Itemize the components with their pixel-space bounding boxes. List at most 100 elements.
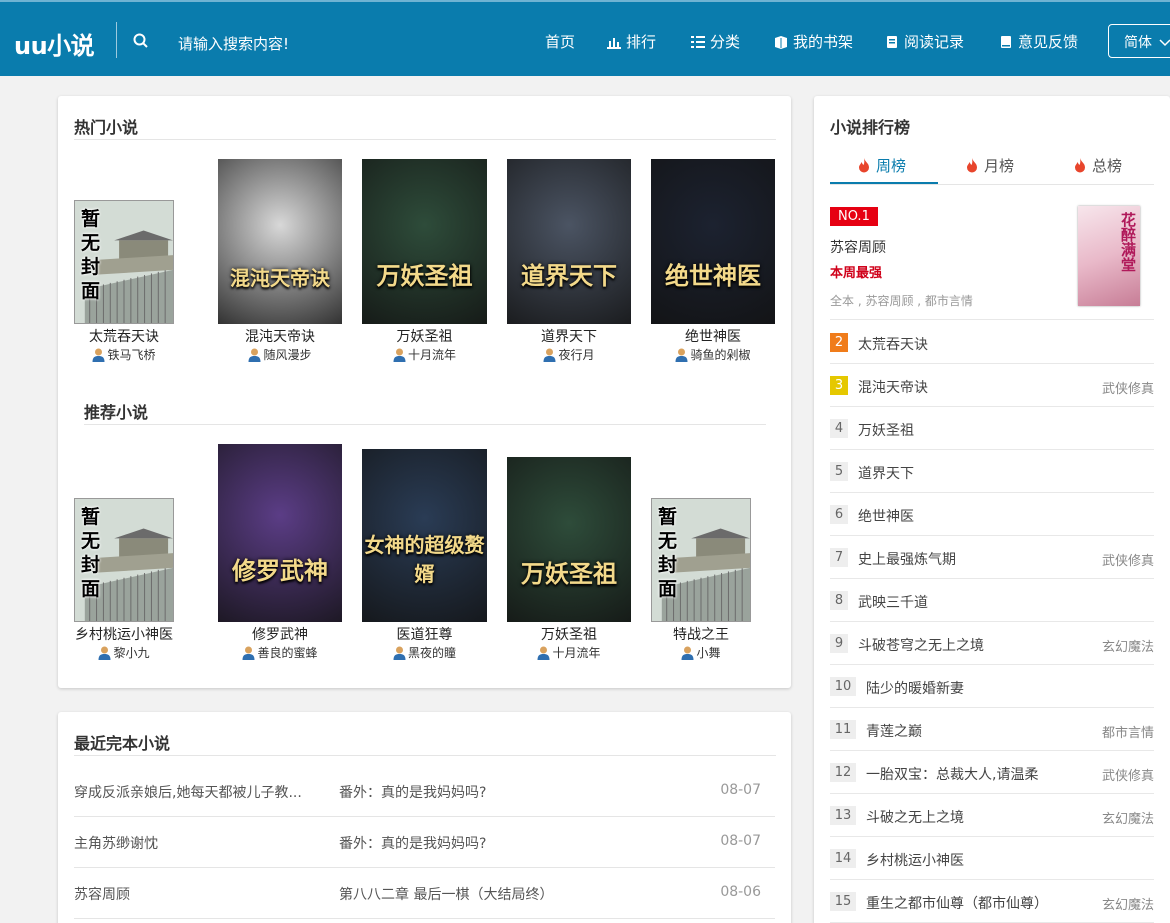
completed-book-name[interactable]: 主角苏缈谢忱 xyxy=(74,833,158,853)
list-item[interactable]: 15 重生之都市仙尊（都市仙尊） 玄幻魔法 xyxy=(830,880,1154,923)
book-author[interactable]: 黑夜的瞳 xyxy=(342,644,507,661)
book-author[interactable]: 小舞 xyxy=(631,644,771,661)
nav-home-label: 首页 xyxy=(545,33,576,51)
book-cover[interactable]: 混沌天帝诀 xyxy=(218,159,342,324)
language-select[interactable]: 简体 xyxy=(1108,24,1170,58)
book-title[interactable]: 医道狂尊 xyxy=(342,624,507,644)
book-author[interactable]: 十月流年 xyxy=(342,346,507,363)
list-item[interactable]: 5 道界天下 xyxy=(830,450,1154,493)
nav-history[interactable]: 阅读记录 xyxy=(885,31,964,52)
nav-rank[interactable]: 排行 xyxy=(607,31,656,52)
completed-chapter[interactable]: 第八八二章 最后一棋（大结局终） xyxy=(339,884,553,904)
book-cover[interactable]: 修罗武神 xyxy=(218,444,342,622)
rank-category[interactable]: 玄幻魔法 xyxy=(1102,894,1154,913)
list-item[interactable]: 2 太荒吞天诀 xyxy=(830,321,1154,364)
nav-feedback-label: 意见反馈 xyxy=(1018,33,1079,51)
book-title[interactable]: 万妖圣祖 xyxy=(487,624,651,644)
book-title[interactable]: 太荒吞天诀 xyxy=(54,326,194,346)
list-item[interactable]: 3 混沌天帝诀 武侠修真 xyxy=(830,364,1154,407)
rank-book-name[interactable]: 斗破苍穹之无上之境 xyxy=(858,635,984,655)
book-card[interactable]: 道界天下 道界天下 夜行月 xyxy=(507,159,631,368)
nav-home[interactable]: 首页 xyxy=(545,31,575,52)
book-title[interactable]: 万妖圣祖 xyxy=(342,326,507,346)
book-card[interactable]: 修罗武神 修罗武神 善良的蜜蜂 xyxy=(218,444,342,666)
book-title[interactable]: 乡村桃运小神医 xyxy=(54,624,194,644)
list-item[interactable]: 13 斗破之无上之境 玄幻魔法 xyxy=(830,794,1154,837)
book-author[interactable]: 随风漫步 xyxy=(198,346,362,363)
nav-category[interactable]: 分类 xyxy=(691,31,740,52)
nav-feedback[interactable]: 意见反馈 xyxy=(999,31,1078,52)
list-item[interactable]: 7 史上最强炼气期 武侠修真 xyxy=(830,536,1154,579)
book-title[interactable]: 修罗武神 xyxy=(198,624,362,644)
list-item[interactable]: 14 乡村桃运小神医 xyxy=(830,837,1154,880)
book-author[interactable]: 夜行月 xyxy=(487,346,651,363)
rank-book-name[interactable]: 道界天下 xyxy=(858,463,914,483)
book-title[interactable]: 绝世神医 xyxy=(631,326,795,346)
rank-book-name[interactable]: 青莲之巅 xyxy=(866,721,922,741)
book-author[interactable]: 十月流年 xyxy=(487,644,651,661)
rank-category[interactable]: 玄幻魔法 xyxy=(1102,636,1154,655)
book-card[interactable]: 万妖圣祖 万妖圣祖 十月流年 xyxy=(362,159,487,368)
list-item[interactable]: 4 万妖圣祖 xyxy=(830,407,1154,450)
book-card[interactable]: 暂无封面 太荒吞天诀 铁马飞桥 xyxy=(74,200,174,368)
rank-category[interactable]: 武侠修真 xyxy=(1102,550,1154,569)
rank-category[interactable]: 武侠修真 xyxy=(1102,765,1154,784)
book-card[interactable]: 混沌天帝诀 混沌天帝诀 随风漫步 xyxy=(218,159,342,368)
rank-category[interactable]: 武侠修真 xyxy=(1102,378,1154,397)
rank-book-name[interactable]: 混沌天帝诀 xyxy=(858,377,928,397)
book-title[interactable]: 道界天下 xyxy=(487,326,651,346)
book-title[interactable]: 特战之王 xyxy=(631,624,771,644)
book-card[interactable]: 暂无封面 特战之王 小舞 xyxy=(651,498,751,666)
table-row[interactable]: 主角苏缈谢忱 番外：真的是我妈妈吗? 08-07 xyxy=(74,817,775,868)
list-item[interactable]: 9 斗破苍穹之无上之境 玄幻魔法 xyxy=(830,622,1154,665)
book-title[interactable]: 混沌天帝诀 xyxy=(198,326,362,346)
book-author[interactable]: 善良的蜜蜂 xyxy=(198,644,362,661)
book-cover[interactable]: 万妖圣祖 xyxy=(507,457,631,622)
rank-book-name[interactable]: 太荒吞天诀 xyxy=(858,334,928,354)
book-card[interactable]: 暂无封面 乡村桃运小神医 黎小九 xyxy=(74,498,174,666)
list-item[interactable]: 11 青莲之巅 都市言情 xyxy=(830,708,1154,751)
rank-book-name[interactable]: 武映三千道 xyxy=(858,592,928,612)
book-cover[interactable]: 女神的超级赘婿 xyxy=(362,449,487,622)
book-cover[interactable]: 道界天下 xyxy=(507,159,631,324)
tab-total[interactable]: 总榜 xyxy=(1074,155,1122,176)
tab-weekly[interactable]: 周榜 xyxy=(858,155,906,176)
completed-book-name[interactable]: 苏容周顾 xyxy=(74,884,130,904)
book-cover[interactable]: 万妖圣祖 xyxy=(362,159,487,324)
completed-chapter[interactable]: 番外：真的是我妈妈吗? xyxy=(339,782,486,802)
cover-placeholder[interactable]: 暂无封面 xyxy=(651,498,751,622)
cover-placeholder[interactable]: 暂无封面 xyxy=(74,200,174,324)
list-item[interactable]: 8 武映三千道 xyxy=(830,579,1154,622)
list-item[interactable]: 12 一胎双宝：总裁大人,请温柔 武侠修真 xyxy=(830,751,1154,794)
nav-bookshelf[interactable]: 我的书架 xyxy=(774,31,853,52)
completed-chapter[interactable]: 番外：真的是我妈妈吗? xyxy=(339,833,486,853)
book-author[interactable]: 黎小九 xyxy=(54,644,194,661)
rank-book-name[interactable]: 陆少的暖婚新妻 xyxy=(866,678,964,698)
rank-top-item[interactable]: NO.1 苏容周顾 本周最强 全本 , 苏容周顾 , 都市言情 花醉满堂 xyxy=(830,196,1154,320)
rank-book-name[interactable]: 万妖圣祖 xyxy=(858,420,914,440)
book-card[interactable]: 万妖圣祖 万妖圣祖 十月流年 xyxy=(507,457,631,666)
search-input[interactable]: 请输入搜索内容! xyxy=(178,33,289,54)
rank-book-name[interactable]: 一胎双宝：总裁大人,请温柔 xyxy=(866,764,1038,784)
tab-monthly[interactable]: 月榜 xyxy=(966,155,1014,176)
search-icon[interactable] xyxy=(132,32,150,50)
table-row[interactable]: 苏容周顾 第八八二章 最后一棋（大结局终） 08-06 xyxy=(74,868,775,919)
completed-book-name[interactable]: 穿成反派亲娘后,她每天都被儿子教... xyxy=(74,782,302,802)
book-author[interactable]: 铁马飞桥 xyxy=(54,346,194,363)
site-logo[interactable]: uu小说 xyxy=(14,26,95,61)
rank-book-name[interactable]: 史上最强炼气期 xyxy=(858,549,956,569)
book-cover[interactable]: 绝世神医 xyxy=(651,159,775,324)
book-card[interactable]: 绝世神医 绝世神医 骑鱼的剁椒 xyxy=(651,159,775,368)
table-row[interactable]: 穿成反派亲娘后,她每天都被儿子教... 番外：真的是我妈妈吗? 08-07 xyxy=(74,766,775,817)
book-card[interactable]: 女神的超级赘婿 医道狂尊 黑夜的瞳 xyxy=(362,449,487,666)
rank-book-name[interactable]: 斗破之无上之境 xyxy=(866,807,964,827)
rank-book-name[interactable]: 乡村桃运小神医 xyxy=(866,850,964,870)
rank-category[interactable]: 玄幻魔法 xyxy=(1102,808,1154,827)
rank-category[interactable]: 都市言情 xyxy=(1102,722,1154,741)
rank-book-name[interactable]: 绝世神医 xyxy=(858,506,914,526)
cover-placeholder[interactable]: 暂无封面 xyxy=(74,498,174,622)
rank-book-name[interactable]: 重生之都市仙尊（都市仙尊） xyxy=(866,893,1048,913)
list-item[interactable]: 6 绝世神医 xyxy=(830,493,1154,536)
book-author[interactable]: 骑鱼的剁椒 xyxy=(631,346,795,363)
list-item[interactable]: 10 陆少的暖婚新妻 xyxy=(830,665,1154,708)
